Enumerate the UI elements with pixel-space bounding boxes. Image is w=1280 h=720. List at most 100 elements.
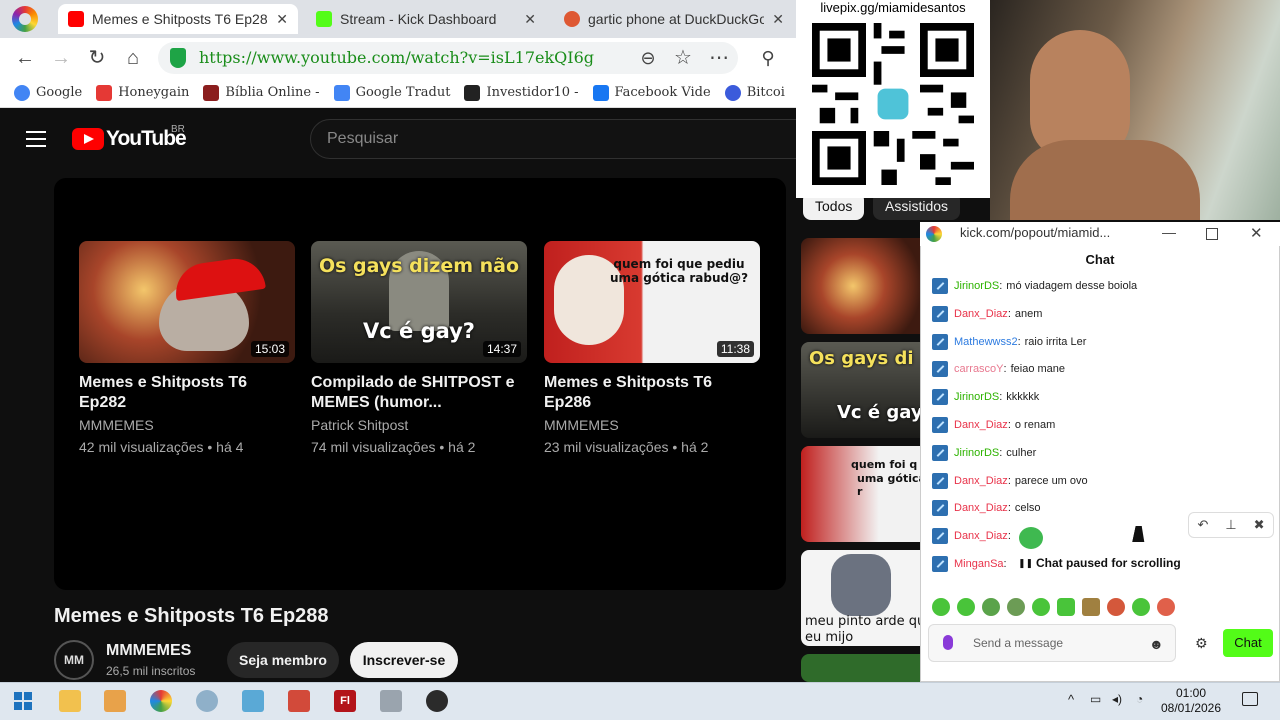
search-icon[interactable]: ⚲ [756,46,780,70]
forward-icon[interactable]: → [49,46,73,70]
channel-avatar[interactable]: MM [54,640,94,680]
channel-name[interactable]: MMMEMES [544,415,760,435]
bookmark-google[interactable]: Google [14,84,82,101]
bookmark-biblia[interactable]: Bíblia Online - [203,84,320,101]
maximize-icon[interactable] [1206,228,1218,240]
bookmark-facebook[interactable]: Facebook Vide [592,84,711,101]
obs-icon[interactable] [426,690,448,712]
video-thumbnail[interactable]: Os gays dizem não Vc é gay? 14:37 [311,241,527,363]
delete-icon[interactable]: ✖ [1254,517,1265,533]
url-text[interactable]: https://www.youtube.com/watch?v=isL17ekQ… [199,46,594,70]
monitor-icon[interactable] [380,690,402,712]
file-explorer-icon[interactable] [59,690,81,712]
settings-gear-icon[interactable]: ⚙ [1195,635,1208,652]
chat-username[interactable]: Danx_Diaz [954,419,1008,431]
video-thumbnail[interactable]: quem foi que pediu uma gótica rabud@? 11… [544,241,760,363]
recommended-video-thumbnail[interactable]: meu pinto arde qu eu mijo [801,550,931,646]
microphone-icon[interactable] [943,635,953,650]
join-button[interactable]: Seja membro [227,642,339,678]
close-tab-icon[interactable]: ✕ [772,11,784,28]
bookmark-honeygain[interactable]: Honeygain [96,84,189,101]
close-window-icon[interactable]: ✕ [1250,224,1263,242]
zoom-icon[interactable]: ⊖ [636,46,660,70]
chat-username[interactable]: Danx_Diaz [954,530,1008,542]
channel-name[interactable]: MMMEMES [106,642,191,660]
recommended-video-thumbnail[interactable] [801,654,931,682]
chat-username[interactable]: Danx_Diaz [954,475,1008,487]
app-icon[interactable] [196,690,218,712]
system-clock[interactable]: 01:00 08/01/2026 [1156,686,1226,716]
chat-message[interactable]: JirinorDS: culher [932,443,1262,463]
tab-kick-dashboard[interactable]: Stream - Kick Dashboard ✕ [306,4,546,34]
chat-message[interactable]: carrascoY: feiao mane [932,359,1262,379]
chat-message[interactable]: JirinorDS: mó viadagem desse boiola [932,276,1262,296]
start-menu-icon[interactable] [14,692,32,710]
emote-icon[interactable] [1032,598,1050,616]
emote-icon[interactable] [932,598,950,616]
bookmark-bitcoin[interactable]: Bitcoi [724,84,785,101]
tab-duckduckgo[interactable]: gartic phone at DuckDuckGo ✕ [554,4,794,34]
channel-name[interactable]: MMMEMES [79,415,295,435]
chat-message-input[interactable]: Send a message [928,624,1176,662]
menu-dots-icon[interactable]: ⋯ [707,46,731,70]
browser-logo-icon[interactable] [12,6,38,32]
video-title[interactable]: Memes e Shitposts T6 Ep282 [79,373,295,413]
reload-icon[interactable]: ↻ [85,46,109,70]
chat-message[interactable]: Danx_Diaz: o renam [932,415,1262,435]
undo-icon[interactable]: ↶ [1197,517,1208,533]
emote-icon[interactable] [1107,598,1125,616]
recommended-video-thumbnail[interactable] [801,238,931,334]
channel-name[interactable]: Patrick Shitpost [311,415,527,435]
chat-username[interactable]: JirinorDS [954,280,999,292]
bookmark-star-icon[interactable]: ☆ [671,46,695,70]
battery-icon[interactable]: ▭ [1090,692,1101,706]
emote-icon[interactable] [957,598,975,616]
network-icon[interactable]: ◔ [1136,692,1143,706]
close-tab-icon[interactable]: ✕ [276,11,288,28]
end-screen-card[interactable]: Os gays dizem não Vc é gay? 14:37 Compil… [311,241,527,457]
chat-message[interactable]: Mathewwss2: raio irrita Ler [932,332,1262,352]
chat-message[interactable]: JirinorDS: kkkkkk [932,387,1262,407]
chat-username[interactable]: MinganSa [954,558,1004,570]
flash-icon[interactable]: Fl [334,690,356,712]
chat-username[interactable]: Danx_Diaz [954,308,1008,320]
emote-icon[interactable] [1132,598,1150,616]
browser-taskbar-icon[interactable] [150,690,172,712]
emote-icon[interactable] [1157,598,1175,616]
chat-message[interactable]: Danx_Diaz: anem [932,304,1262,324]
chat-username[interactable]: Mathewwss2 [954,336,1018,348]
tab-youtube[interactable]: Memes e Shitposts T6 Ep288 ✕ [58,4,298,34]
video-title[interactable]: Memes e Shitposts T6 Ep286 [544,373,760,413]
hamburger-menu-icon[interactable] [26,131,46,147]
home-icon[interactable]: ⌂ [121,46,145,70]
volume-icon[interactable]: ◂) [1112,692,1122,706]
recommended-video-thumbnail[interactable]: quem foi q uma gótica r [801,446,931,542]
chat-username[interactable]: carrascoY [954,363,1004,375]
video-thumbnail[interactable]: 15:03 [79,241,295,363]
chat-username[interactable]: JirinorDS [954,391,999,403]
end-screen-card[interactable]: 15:03 Memes e Shitposts T6 Ep282 MMMEMES… [79,241,295,457]
notepad-icon[interactable] [242,690,264,712]
youtube-logo-icon[interactable] [72,128,104,150]
bookmark-investidor10[interactable]: Investidor10 - [464,84,579,101]
video-title[interactable]: Compilado de SHITPOST e MEMES (humor... [311,373,527,413]
end-screen-card[interactable]: quem foi que pediu uma gótica rabud@? 11… [544,241,760,457]
notifications-icon[interactable] [1242,692,1258,706]
emote-icon[interactable] [1082,598,1100,616]
chat-username[interactable]: Danx_Diaz [954,502,1008,514]
send-chat-button[interactable]: Chat [1223,629,1273,657]
tray-chevron-icon[interactable]: ^ [1068,692,1074,707]
close-tab-icon[interactable]: ✕ [524,11,536,28]
search-input[interactable]: Pesquisar [310,119,810,159]
recommended-video-thumbnail[interactable]: Os gays di Vc é gay [801,342,931,438]
emote-icon[interactable] [1007,598,1025,616]
chat-message[interactable]: Danx_Diaz: parece um ovo [932,471,1262,491]
emote-icon[interactable] [982,598,1000,616]
subscribe-button[interactable]: Inscrever-se [350,642,458,678]
chat-username[interactable]: JirinorDS [954,447,999,459]
back-icon[interactable]: ← [13,46,37,70]
emote-icon[interactable] [1057,598,1075,616]
pin-icon[interactable]: ⊥ [1225,517,1236,533]
calculator-icon[interactable] [288,690,310,712]
media-player-icon[interactable] [104,690,126,712]
